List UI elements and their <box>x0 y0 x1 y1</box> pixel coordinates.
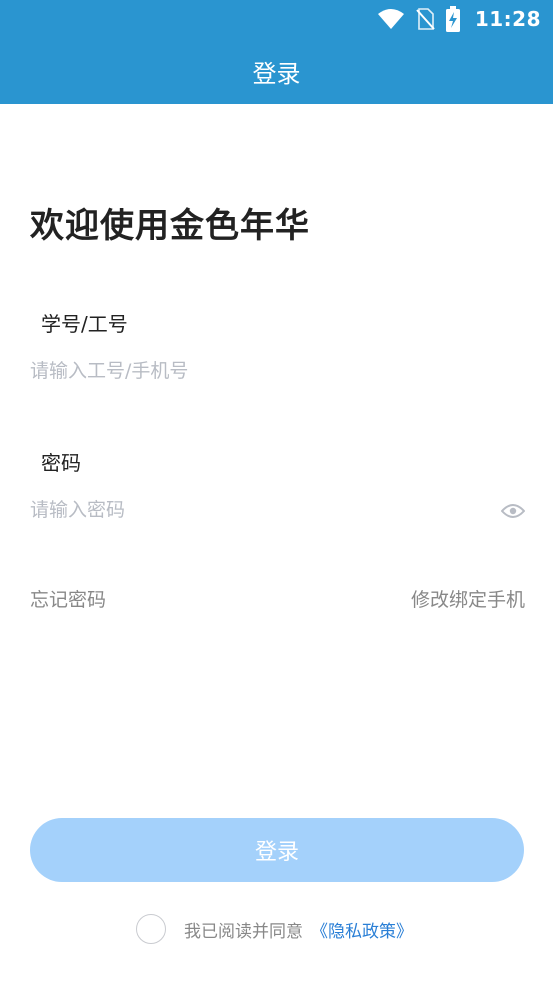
app-bar: 11:28 登录 <box>0 0 553 104</box>
agreement-text: 我已阅读并同意 <box>184 921 303 942</box>
forgot-password-link[interactable]: 忘记密码 <box>30 585 106 612</box>
account-label: 学号/工号 <box>41 312 128 336</box>
show-password-icon[interactable] <box>500 498 526 524</box>
login-page: 11:28 登录 欢迎使用金色年华 学号/工号 密码 忘记密码 修改绑定手机 登… <box>0 0 553 983</box>
status-bar: 11:28 <box>0 0 553 38</box>
no-sim-icon <box>416 8 435 30</box>
password-input[interactable] <box>30 492 490 528</box>
password-label: 密码 <box>41 451 81 475</box>
welcome-heading: 欢迎使用金色年华 <box>30 206 310 246</box>
change-phone-link[interactable]: 修改绑定手机 <box>411 585 525 612</box>
account-input[interactable] <box>30 353 490 389</box>
privacy-policy-link[interactable]: 《隐私政策》 <box>311 917 413 942</box>
status-icons: 11:28 <box>377 5 541 33</box>
agreement-row: 我已阅读并同意 《隐私政策》 <box>136 912 413 946</box>
login-button[interactable]: 登录 <box>30 818 524 882</box>
page-title: 登录 <box>252 60 301 88</box>
battery-charging-icon <box>445 6 460 32</box>
status-time: 11:28 <box>474 7 541 31</box>
wifi-icon <box>377 9 404 29</box>
agreement-checkbox[interactable] <box>136 914 166 944</box>
